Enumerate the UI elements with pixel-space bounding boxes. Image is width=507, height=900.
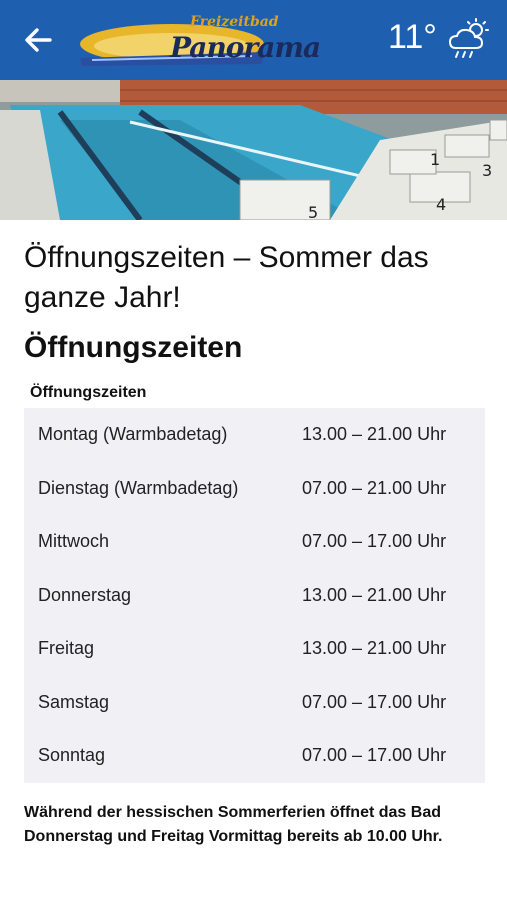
time-value: 13.00 – 21.00 Uhr xyxy=(302,638,447,659)
table-caption: Öffnungszeiten xyxy=(30,384,147,401)
day-label: Freitag xyxy=(38,638,95,659)
back-button[interactable] xyxy=(20,20,56,60)
table-row: Samstag 07.00 – 17.00 Uhr xyxy=(24,676,485,730)
table-row: Dienstag (Warmbadetag) 07.00 – 21.00 Uhr xyxy=(24,462,485,516)
cloud-rain-sun-icon xyxy=(448,18,489,58)
svg-text:3: 3 xyxy=(482,161,492,180)
svg-text:1: 1 xyxy=(430,150,440,169)
opening-hours-table: Montag (Warmbadetag) 13.00 – 21.00 Uhr D… xyxy=(24,408,485,783)
page-title: Öffnungszeiten – Sommer das ganze Jahr! xyxy=(24,241,429,314)
logo-title: Panorama xyxy=(170,31,321,64)
time-value: 07.00 – 17.00 Uhr xyxy=(302,691,447,712)
summer-holiday-note: Während der hessischen Sommerferien öffn… xyxy=(24,803,443,845)
day-label: Dienstag (Warmbadetag) xyxy=(38,477,239,498)
temperature: 11° xyxy=(388,18,437,56)
swimming-pool-photo: 5 4 1 3 xyxy=(0,80,507,220)
time-value: 13.00 – 21.00 Uhr xyxy=(302,424,447,445)
app-bar: Freizeitbad Panorama 11° xyxy=(0,0,507,80)
arrow-left-icon xyxy=(25,28,52,52)
section-title: Öffnungszeiten xyxy=(24,331,243,364)
time-value: 07.00 – 21.00 Uhr xyxy=(302,477,447,498)
table-row: Montag (Warmbadetag) 13.00 – 21.00 Uhr xyxy=(24,408,485,462)
table-row: Donnerstag 13.00 – 21.00 Uhr xyxy=(24,569,485,623)
table-row: Mittwoch 07.00 – 17.00 Uhr xyxy=(24,515,485,569)
logo-subtitle: Freizeitbad xyxy=(190,14,279,30)
panorama-logo: Freizeitbad Panorama xyxy=(72,6,321,72)
day-label: Montag (Warmbadetag) xyxy=(38,424,228,445)
table-row: Sonntag 07.00 – 17.00 Uhr xyxy=(24,729,485,783)
day-label: Mittwoch xyxy=(38,531,110,552)
time-value: 07.00 – 17.00 Uhr xyxy=(302,531,447,552)
content-area: Öffnungszeiten – Sommer das ganze Jahr! … xyxy=(24,238,486,849)
day-label: Donnerstag xyxy=(38,584,132,605)
time-value: 07.00 – 17.00 Uhr xyxy=(302,745,447,766)
svg-text:5: 5 xyxy=(308,203,318,220)
table-row: Freitag 13.00 – 21.00 Uhr xyxy=(24,622,485,676)
day-label: Sonntag xyxy=(38,745,106,766)
time-value: 13.00 – 21.00 Uhr xyxy=(302,584,447,605)
svg-text:4: 4 xyxy=(436,195,446,214)
day-label: Samstag xyxy=(38,691,110,712)
